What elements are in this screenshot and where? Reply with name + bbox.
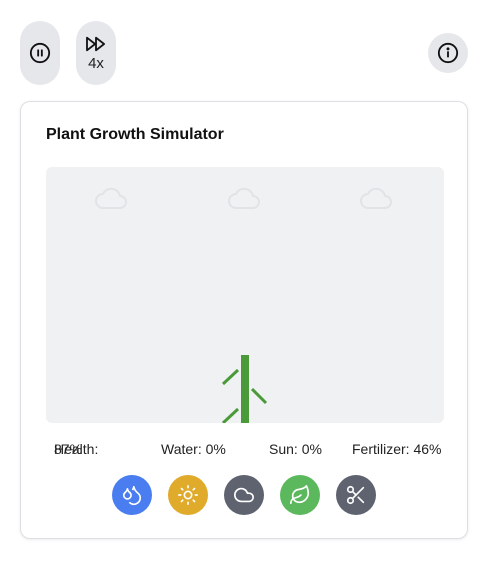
scissors-icon bbox=[346, 485, 365, 505]
sun-value: 0% bbox=[301, 441, 322, 457]
plant bbox=[221, 355, 268, 423]
pause-circle-icon bbox=[29, 42, 51, 64]
fertilizer-value: 46% bbox=[413, 441, 442, 457]
fertilize-button[interactable] bbox=[280, 475, 320, 515]
leaf-icon bbox=[290, 485, 310, 505]
action-bar bbox=[21, 475, 469, 515]
health-label: Health: bbox=[54, 441, 99, 457]
sun-icon bbox=[178, 485, 198, 505]
sun-button[interactable] bbox=[168, 475, 208, 515]
water-stat: Water: 0% bbox=[161, 441, 226, 457]
cloud-icon bbox=[95, 187, 127, 209]
cloud-icon bbox=[360, 187, 392, 209]
water-value: 0% bbox=[205, 441, 226, 457]
plant-leaf bbox=[221, 368, 240, 386]
prune-button[interactable] bbox=[336, 475, 376, 515]
fast-forward-icon bbox=[86, 36, 106, 51]
simulator-page: 4x Plant Growth Simulator Health: 87% Wa… bbox=[0, 0, 498, 582]
stats-row: Health: 87% Water: 0% Sun: 0% Fertilizer… bbox=[21, 441, 469, 459]
speed-label: 4x bbox=[88, 54, 104, 72]
sun-stat: Sun: 0% bbox=[269, 441, 322, 457]
info-button[interactable] bbox=[428, 33, 468, 73]
droplets-icon bbox=[122, 485, 142, 505]
speed-button[interactable]: 4x bbox=[76, 21, 116, 85]
plant-stem bbox=[241, 355, 249, 423]
cloud-icon bbox=[228, 187, 260, 209]
card-title: Plant Growth Simulator bbox=[46, 126, 224, 143]
sun-label: Sun: bbox=[269, 441, 298, 457]
health-stat: Health: 87% bbox=[54, 441, 98, 457]
water-label: Water: bbox=[161, 441, 202, 457]
info-icon bbox=[437, 42, 459, 64]
simulator-card: Plant Growth Simulator Health: 87% Water… bbox=[20, 101, 468, 539]
fertilizer-stat: Fertilizer: 46% bbox=[352, 441, 441, 457]
cloud-button[interactable] bbox=[224, 475, 264, 515]
plant-stage bbox=[46, 167, 444, 423]
plant-leaf bbox=[250, 387, 268, 405]
fertilizer-label: Fertilizer: bbox=[352, 441, 410, 457]
cloud-icon bbox=[234, 487, 254, 503]
water-button[interactable] bbox=[112, 475, 152, 515]
plant-leaf bbox=[221, 407, 240, 423]
pause-button[interactable] bbox=[20, 21, 60, 85]
